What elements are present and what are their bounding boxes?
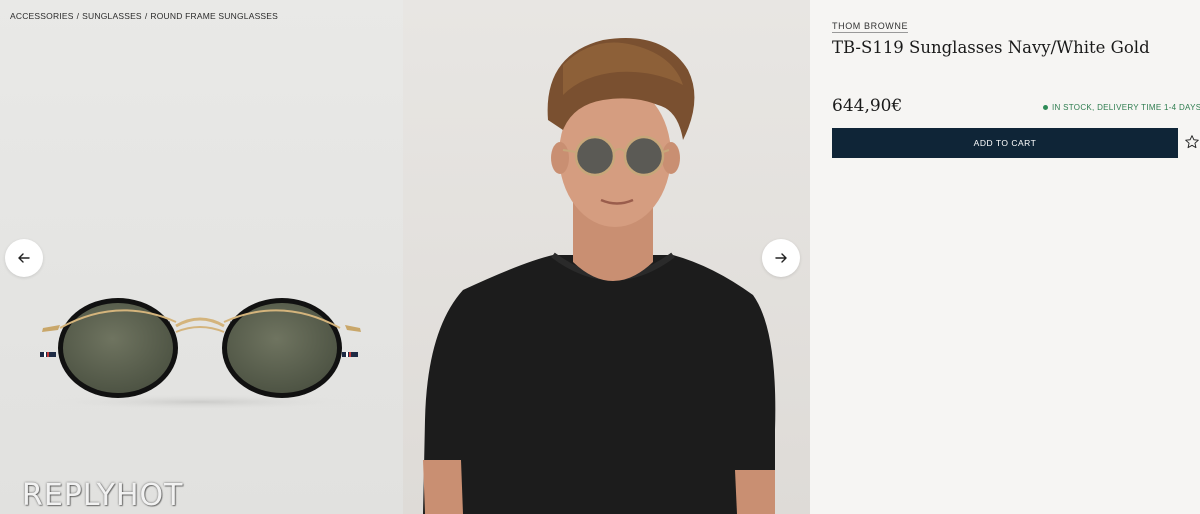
model-wearing-sunglasses-image: [423, 38, 776, 514]
product-gallery: Accessories / Sunglasses / Round Frame Sungl…: [0, 0, 810, 514]
arrow-right-icon: [775, 253, 787, 263]
breadcrumb-item-round-frame-sunglasses[interactable]: Round Frame Sunglasses: [150, 11, 278, 21]
stock-status-text: IN STOCK, DELIVERY TIME 1-4 DAYS: [1052, 103, 1200, 112]
star-outline-icon[interactable]: [1184, 134, 1200, 150]
breadcrumb: Accessories / Sunglasses / Round Frame Sungl…: [10, 11, 278, 21]
product-price: 644,90€: [832, 96, 903, 116]
product-sunglasses-image: [40, 298, 361, 410]
watermark: REPLYHOT: [22, 478, 184, 513]
add-to-cart-button[interactable]: ADD TO CART: [832, 128, 1178, 158]
product-title: TB-S119 Sunglasses Navy/White Gold: [832, 38, 1150, 57]
breadcrumb-item-accessories[interactable]: Accessories: [10, 11, 74, 21]
breadcrumb-separator: /: [76, 11, 80, 21]
brand-link[interactable]: THOM BROWNE: [832, 21, 909, 33]
product-info-panel: THOM BROWNE TB-S119 Sunglasses Navy/Whit…: [811, 0, 1200, 514]
stock-status: IN STOCK, DELIVERY TIME 1-4 DAYS: [1043, 103, 1200, 112]
breadcrumb-separator: /: [144, 11, 148, 21]
product-image-panel: Accessories / Sunglasses / Round Frame Sungl…: [0, 0, 403, 514]
model-image-panel: [403, 0, 810, 514]
gallery-next-button[interactable]: [762, 239, 800, 277]
breadcrumb-item-sunglasses[interactable]: Sunglasses: [82, 11, 142, 21]
gallery-prev-button[interactable]: [5, 239, 43, 277]
arrow-left-icon: [18, 253, 30, 263]
stock-indicator-icon: [1043, 105, 1048, 110]
